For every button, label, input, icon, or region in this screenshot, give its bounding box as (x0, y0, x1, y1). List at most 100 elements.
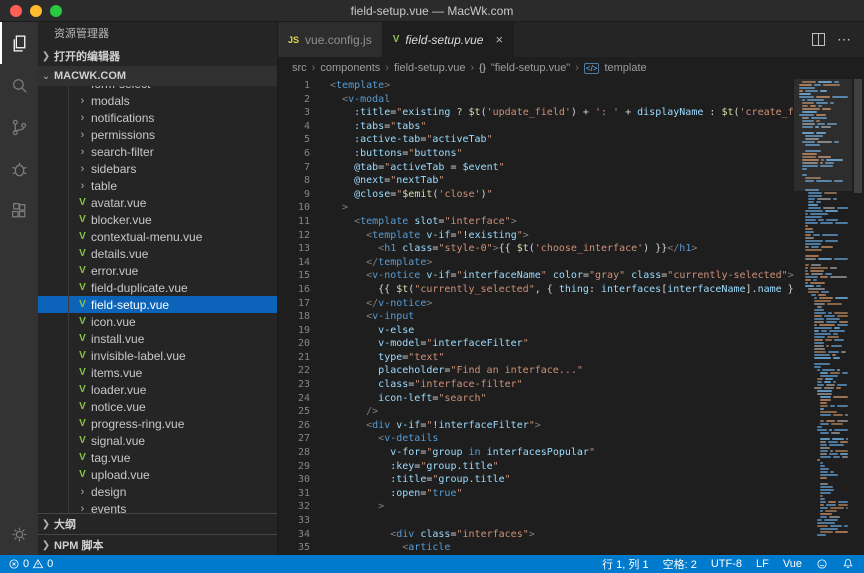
maximize-window-button[interactable] (50, 5, 62, 17)
folder-chevron-icon: › (74, 146, 91, 158)
project-section[interactable]: ⌄ MACWK.COM (38, 66, 277, 86)
code-line: <template v-if="!existing"> (330, 229, 794, 243)
tree-item-contextual-menu.vue[interactable]: Vcontextual-menu.vue (38, 228, 277, 245)
feedback-smiley-icon[interactable] (816, 558, 828, 570)
tree-item-icon.vue[interactable]: Vicon.vue (38, 313, 277, 330)
line-number: 20 (278, 337, 310, 351)
breadcrumb-separator: › (575, 62, 579, 74)
tree-item-label: install.vue (91, 332, 144, 346)
tree-item-label: design (91, 485, 126, 499)
breadcrumb-item[interactable]: components (320, 62, 380, 74)
line-number: 16 (278, 283, 310, 297)
tree-item-progress-ring.vue[interactable]: Vprogress-ring.vue (38, 415, 277, 432)
tree-item-table[interactable]: ›table (38, 177, 277, 194)
code-line: <v-input (330, 310, 794, 324)
explorer-sidebar: 资源管理器 ❯ 打开的编辑器 ⌄ MACWK.COM ›form-select›… (38, 22, 278, 555)
outline-section[interactable]: ❯ 大纲 (38, 513, 277, 534)
breadcrumb-item[interactable]: src (292, 62, 307, 74)
tree-item-search-filter[interactable]: ›search-filter (38, 143, 277, 160)
debug-icon[interactable] (0, 148, 38, 190)
minimap[interactable] (794, 79, 852, 555)
error-icon (8, 558, 20, 570)
code-line: <v-details (330, 432, 794, 446)
tree-item-loader.vue[interactable]: Vloader.vue (38, 381, 277, 398)
tree-item-sidebars[interactable]: ›sidebars (38, 160, 277, 177)
vue-file-icon: V (74, 299, 91, 310)
vue-file-icon: V (74, 231, 91, 242)
tab-vue-config-js[interactable]: JS vue.config.js (278, 22, 383, 57)
open-editors-label: 打开的编辑器 (54, 48, 120, 64)
vue-file-icon: V (74, 452, 91, 463)
tree-item-label: details.vue (91, 247, 148, 261)
breadcrumb-separator: › (471, 62, 475, 74)
code-line: <div class="interfaces"> (330, 528, 794, 542)
explorer-icon[interactable] (0, 22, 38, 64)
tree-item-install.vue[interactable]: Vinstall.vue (38, 330, 277, 347)
scrollbar-thumb[interactable] (854, 79, 862, 193)
breadcrumb-item[interactable]: "field-setup.vue" (491, 62, 570, 74)
code-line: @next="nextTab" (330, 174, 794, 188)
code-line: <v-notice v-if="interfaceName" color="gr… (330, 269, 794, 283)
tree-item-label: invisible-label.vue (91, 349, 186, 363)
tree-item-blocker.vue[interactable]: Vblocker.vue (38, 211, 277, 228)
language-mode[interactable]: Vue (783, 558, 802, 570)
line-number: 18 (278, 310, 310, 324)
tree-item-tag.vue[interactable]: Vtag.vue (38, 449, 277, 466)
tab-field-setup-vue[interactable]: V field-setup.vue × (383, 22, 514, 57)
vue-file-icon: V (74, 197, 91, 208)
open-editors-section[interactable]: ❯ 打开的编辑器 (38, 46, 277, 66)
tree-item-field-duplicate.vue[interactable]: Vfield-duplicate.vue (38, 279, 277, 296)
line-number: 3 (278, 106, 310, 120)
warning-count: 0 (47, 558, 53, 570)
breadcrumb-item[interactable]: template (604, 62, 646, 74)
tree-item-field-setup.vue[interactable]: Vfield-setup.vue (38, 296, 277, 313)
line-number: 33 (278, 514, 310, 528)
code-line: @close="$emit('close')" (330, 188, 794, 202)
close-window-button[interactable] (10, 5, 22, 17)
eol-setting[interactable]: LF (756, 558, 769, 570)
breadcrumb-item[interactable]: field-setup.vue (394, 62, 466, 74)
line-number-gutter[interactable]: 1234567891011121314151617181920212223242… (278, 79, 324, 555)
tree-item-invisible-label.vue[interactable]: Vinvisible-label.vue (38, 347, 277, 364)
tree-item-details.vue[interactable]: Vdetails.vue (38, 245, 277, 262)
notifications-bell-icon[interactable] (842, 558, 854, 570)
tree-item-notice.vue[interactable]: Vnotice.vue (38, 398, 277, 415)
tree-item-items.vue[interactable]: Vitems.vue (38, 364, 277, 381)
minimize-window-button[interactable] (30, 5, 42, 17)
code-line: :buttons="buttons" (330, 147, 794, 161)
tree-item-permissions[interactable]: ›permissions (38, 126, 277, 143)
line-number: 8 (278, 174, 310, 188)
split-editor-icon[interactable] (812, 33, 825, 46)
npm-scripts-section[interactable]: ❯ NPM 脚本 (38, 534, 277, 555)
code-line: <div v-if="!interfaceFilter"> (330, 419, 794, 433)
code-line: <template slot="interface"> (330, 215, 794, 229)
code-content[interactable]: <template> <v-modal :title="existing ? $… (324, 79, 794, 555)
line-number: 32 (278, 500, 310, 514)
file-tree[interactable]: ›form-select›modals›notifications›permis… (38, 86, 277, 513)
problems-indicator[interactable]: 0 0 (8, 558, 53, 570)
search-icon[interactable] (0, 64, 38, 106)
tree-item-events[interactable]: ›events (38, 500, 277, 513)
tree-item-signal.vue[interactable]: Vsignal.vue (38, 432, 277, 449)
tree-item-modals[interactable]: ›modals (38, 92, 277, 109)
vertical-scrollbar[interactable] (852, 79, 864, 555)
extensions-icon[interactable] (0, 190, 38, 232)
line-number: 1 (278, 79, 310, 93)
code-line (330, 514, 794, 528)
manage-gear-icon[interactable] (0, 513, 38, 555)
indentation-setting[interactable]: 空格: 2 (663, 556, 697, 572)
cursor-position[interactable]: 行 1, 列 1 (602, 556, 648, 572)
source-control-icon[interactable] (0, 106, 38, 148)
tree-item-notifications[interactable]: ›notifications (38, 109, 277, 126)
line-number: 10 (278, 201, 310, 215)
tree-item-upload.vue[interactable]: Vupload.vue (38, 466, 277, 483)
tree-item-error.vue[interactable]: Verror.vue (38, 262, 277, 279)
breadcrumb-separator: › (312, 62, 316, 74)
tree-item-design[interactable]: ›design (38, 483, 277, 500)
file-encoding[interactable]: UTF-8 (711, 558, 742, 570)
template-symbol-icon: </> (584, 63, 600, 74)
vue-file-icon: V (393, 34, 400, 45)
more-actions-icon[interactable]: ⋯ (837, 31, 852, 48)
tree-item-avatar.vue[interactable]: Vavatar.vue (38, 194, 277, 211)
close-tab-icon[interactable]: × (495, 33, 503, 46)
